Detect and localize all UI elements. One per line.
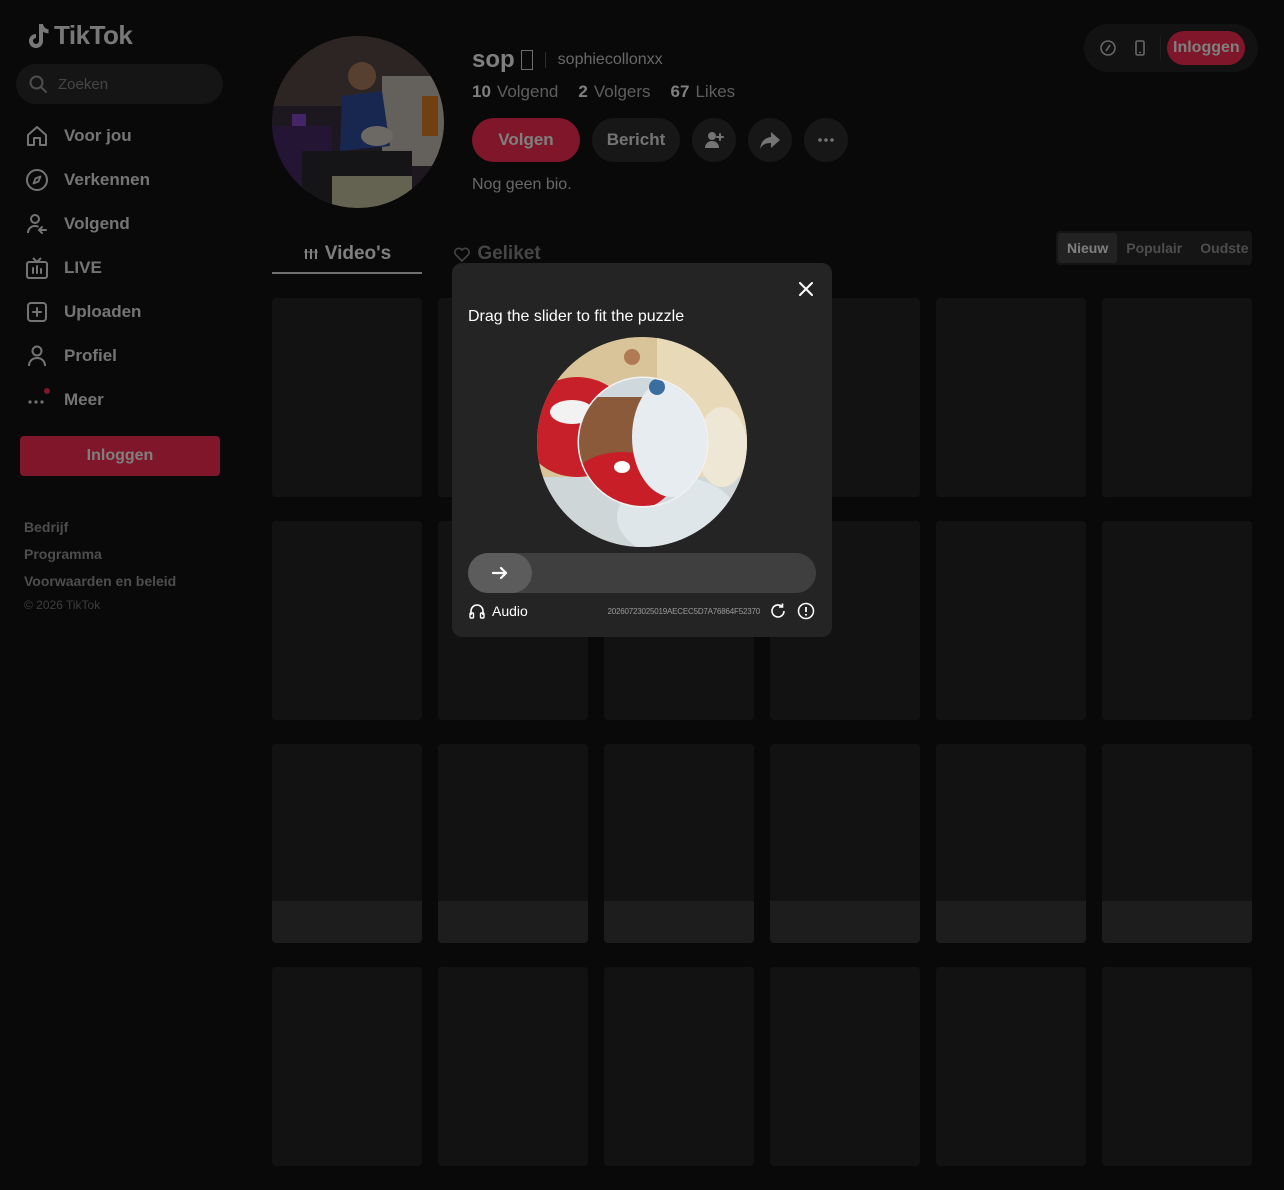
captcha-slider-handle[interactable]	[468, 553, 532, 593]
refresh-button[interactable]	[768, 601, 788, 621]
refresh-icon	[771, 603, 785, 618]
headphones-icon	[469, 604, 485, 619]
audio-button[interactable]: Audio	[468, 602, 528, 620]
arrow-right-icon	[491, 566, 508, 580]
close-button[interactable]	[794, 277, 818, 301]
captcha-modal: Drag the slider to fit the puzzle Audio …	[452, 263, 832, 637]
captcha-title: Drag the slider to fit the puzzle	[468, 308, 685, 325]
info-alert-icon	[797, 602, 815, 620]
captcha-id: 2026072302501​9AECEC5D7A76864F52370	[607, 606, 761, 616]
audio-label: Audio	[492, 603, 528, 619]
captcha-footer: Audio 2026072302501​9AECEC5D7A76864F5237…	[468, 601, 816, 621]
captcha-slider-track[interactable]	[468, 553, 816, 593]
report-button[interactable]	[796, 601, 816, 621]
close-icon	[799, 282, 813, 296]
captcha-puzzle-image	[537, 337, 747, 547]
